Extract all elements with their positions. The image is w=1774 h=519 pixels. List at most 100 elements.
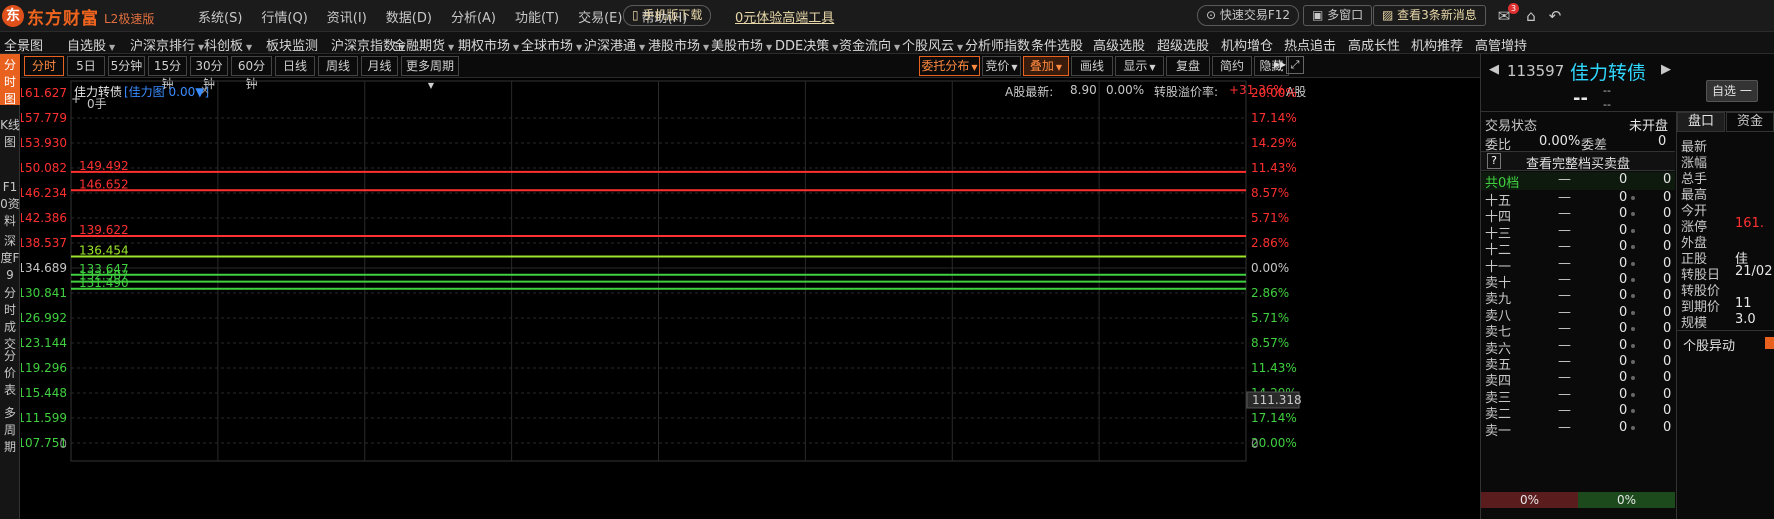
period-button[interactable]: 日线: [275, 56, 315, 76]
nav-item[interactable]: 板块监测: [266, 35, 318, 54]
period-button[interactable]: 分时: [24, 56, 64, 76]
back-icon[interactable]: ↶: [1545, 6, 1565, 26]
percent-tick-label: 0.00%: [1251, 261, 1289, 275]
next-stock-icon[interactable]: ▶: [1661, 62, 1671, 77]
menu-item[interactable]: 功能(T): [515, 7, 559, 26]
nav-item[interactable]: 科创板 ▼: [204, 35, 252, 54]
period-button[interactable]: 60分钟: [231, 56, 272, 91]
period-button[interactable]: 30分钟: [190, 56, 228, 91]
menu-item[interactable]: 交易(E): [578, 7, 622, 26]
intraday-chart[interactable]: 佳力转债 [佳力图 0.00▼] × A股最新: 8.90 0.00% 转股溢价…: [21, 78, 1480, 519]
price-level-label: 146.652: [79, 177, 129, 191]
dropdown-arrow-icon: ▼: [246, 43, 253, 52]
total-levels-label: 共0档: [1485, 176, 1520, 191]
left-tab[interactable]: 分时成交: [0, 282, 20, 351]
nav-item[interactable]: 美股市场 ▼: [711, 35, 772, 54]
period-button[interactable]: 月线: [361, 56, 398, 76]
home-icon[interactable]: ⌂: [1521, 6, 1541, 26]
period-button[interactable]: 周线: [318, 56, 358, 76]
dropdown-arrow-icon: ▼: [766, 43, 773, 52]
nav-item[interactable]: 全景图: [4, 35, 43, 54]
left-tab[interactable]: K线图: [0, 114, 20, 165]
nav-item[interactable]: DDE决策 ▼: [775, 35, 838, 54]
nav-item[interactable]: 全球市场 ▼: [521, 35, 582, 54]
toolbar-button[interactable]: 委托分布 ▼: [919, 56, 980, 76]
nav-item[interactable]: 港股市场 ▼: [648, 35, 709, 54]
nav-item[interactable]: 机构推荐: [1411, 35, 1463, 54]
nav-item[interactable]: 沪深京排行 ▼: [130, 35, 204, 54]
price-tick-label: 126.992: [21, 311, 67, 325]
level-label: 卖一: [1485, 423, 1512, 439]
nav-item[interactable]: 超级选股: [1157, 35, 1209, 54]
prev-stock-icon[interactable]: ◀: [1489, 62, 1499, 77]
level-price: —: [1558, 321, 1571, 337]
nav-item[interactable]: 沪深港通 ▼: [584, 35, 645, 54]
period-button[interactable]: 5分钟: [108, 56, 145, 76]
nav-item[interactable]: 条件选股: [1031, 35, 1083, 54]
mobile-download-button[interactable]: ▯ 手机版下载: [623, 5, 712, 26]
toolbar-button[interactable]: 复盘: [1166, 56, 1210, 76]
nav-item[interactable]: 高成长性: [1348, 35, 1400, 54]
fullscreen-icon[interactable]: ⤢: [1286, 56, 1304, 74]
period-button[interactable]: 15分钟: [148, 56, 187, 91]
menu-item[interactable]: 行情(Q): [261, 7, 307, 26]
level-dot-icon: [1631, 261, 1635, 266]
toolbar-button[interactable]: 叠加 ▼: [1023, 56, 1069, 76]
price-tick-label: 111.599: [21, 411, 67, 425]
nav-item[interactable]: 个股风云 ▼: [902, 35, 963, 54]
add-watchlist-button[interactable]: 自选 一: [1706, 80, 1758, 102]
nav-item[interactable]: 期权市场 ▼: [458, 35, 519, 54]
left-tab[interactable]: 多周期: [0, 402, 20, 462]
panel-tab[interactable]: 资金: [1726, 112, 1774, 132]
quote-panel: ◀ 113597 佳力转债 ▶ -- -- -- 自选 一 交易状态 未开盘 委比 0…: [1480, 54, 1774, 519]
full-order-book-button[interactable]: ? 查看完整档买卖盘: [1481, 151, 1675, 172]
toolbar-button[interactable]: 显示 ▼: [1115, 56, 1164, 76]
multi-window-button[interactable]: ▣ 多窗口: [1303, 5, 1373, 26]
nav-item-label: 机构推荐: [1411, 39, 1464, 54]
nav-item[interactable]: 资金流向 ▼: [839, 35, 900, 54]
percent-tick-label: 14.29%: [1251, 136, 1297, 150]
panel-tab-label: 盘口: [1687, 114, 1714, 129]
info-value: 161.: [1735, 216, 1764, 231]
nav-item-label: 科创板: [204, 39, 244, 54]
level-dot-icon: [1631, 327, 1635, 332]
panel-tab-label: 资金: [1736, 114, 1763, 129]
left-tab[interactable]: F10资料: [0, 176, 20, 228]
toolbar-button[interactable]: 竞价 ▼: [982, 56, 1021, 76]
menu-item[interactable]: 系统(S): [198, 7, 242, 26]
nav-item[interactable]: 分析师指数: [965, 35, 1030, 54]
menu-item[interactable]: 分析(A): [451, 7, 496, 26]
change-amount: --: [1603, 84, 1611, 97]
left-tab[interactable]: 分价表: [0, 345, 20, 397]
bid-ask-ratio-bar: 0% 0%: [1481, 492, 1675, 508]
nav-item[interactable]: 自选股 ▼: [67, 35, 115, 54]
percent-tick-label: 11.43%: [1251, 161, 1297, 175]
order-diff-value: 0: [1658, 134, 1667, 149]
menu-item[interactable]: 数据(D): [386, 7, 432, 26]
toolbar-button[interactable]: 简约: [1212, 56, 1252, 76]
panel-tab[interactable]: 盘口: [1677, 112, 1725, 132]
nav-item[interactable]: 高级选股: [1093, 35, 1145, 54]
nav-item-label: 美股市场: [711, 39, 764, 54]
info-label: 规模: [1681, 316, 1708, 331]
nav-item[interactable]: 热点追击: [1284, 35, 1336, 54]
quick-trade-button[interactable]: ⊙ 快速交易F12: [1197, 5, 1300, 26]
toolbar-button[interactable]: 画线: [1071, 56, 1113, 76]
fast-forward-icon[interactable]: ▸▸: [1274, 57, 1286, 71]
chart-canvas[interactable]: 161.627 20.00% 157.779 17.14% 153.930 14.29% 1…: [21, 78, 1480, 519]
crosshair-icon[interactable]: +: [71, 92, 81, 106]
period-button[interactable]: 更多周期▼: [401, 56, 459, 90]
menu-item[interactable]: 资讯(I): [327, 7, 367, 26]
new-messages-button[interactable]: ▨ 查看3条新消息: [1373, 5, 1486, 26]
left-tab[interactable]: 深度F9: [0, 230, 20, 282]
period-button[interactable]: 5日: [67, 56, 105, 76]
panel-column-divider: [1676, 111, 1677, 519]
nav-item[interactable]: 高管增持: [1475, 35, 1527, 54]
alert-expand-icon[interactable]: [1765, 337, 1774, 349]
nav-item[interactable]: 金融期货 ▼: [393, 35, 454, 54]
nav-item[interactable]: 机构增仓: [1221, 35, 1273, 54]
nav-item-label: 条件选股: [1031, 39, 1084, 54]
logo-text: 东方财富: [27, 8, 99, 29]
left-tab[interactable]: 分时图: [0, 54, 20, 106]
free-tool-link[interactable]: 0元体验高端工具: [735, 7, 834, 26]
